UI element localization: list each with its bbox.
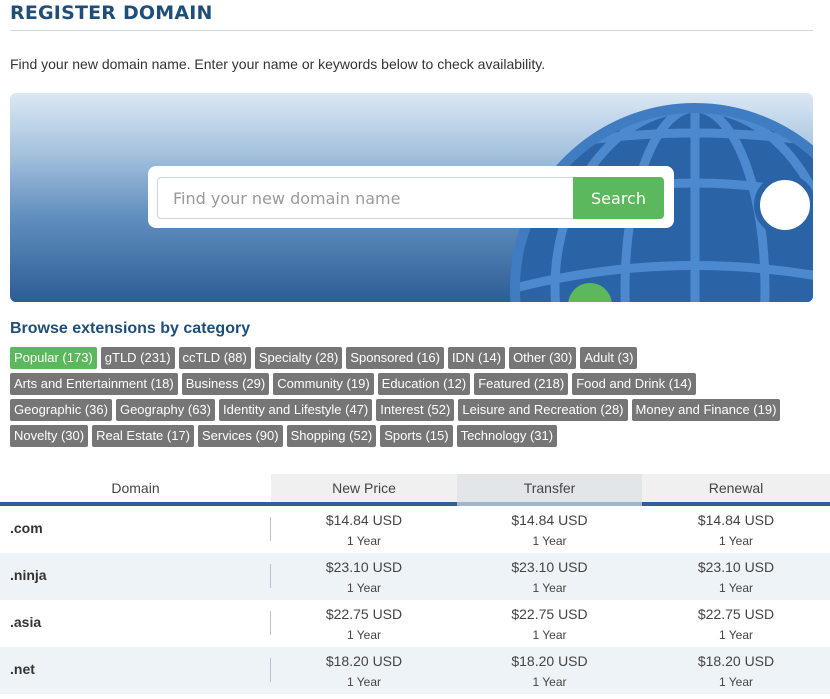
column-header-transfer: Transfer	[457, 474, 642, 502]
table-row: .ninja $23.10 USD 1 Year $23.10 USD 1 Year…	[0, 553, 830, 600]
category-chip-row: Arts and Entertainment (18) Business (29)…	[10, 373, 822, 395]
term-label: 1 Year	[718, 534, 754, 548]
new-price-value: $23.10 USD	[325, 559, 403, 575]
category-chip-row: Popular (173) gTLD (231) ccTLD (88) Special…	[10, 347, 822, 369]
table-row: .asia $22.75 USD 1 Year $22.75 USD 1 Year …	[0, 600, 830, 647]
transfer-price-value: $18.20 USD	[511, 653, 588, 669]
category-chip[interactable]: Novelty (30)	[10, 425, 89, 447]
domain-extension: .asia	[10, 614, 42, 630]
new-price-cell: $22.75 USD 1 Year	[271, 606, 457, 643]
renewal-price-value: $18.20 USD	[697, 653, 775, 669]
category-filter-list: Popular (173) gTLD (231) ccTLD (88) Special…	[10, 347, 822, 451]
new-price-cell: $14.84 USD 1 Year	[271, 512, 457, 549]
column-header-renewal: Renewal	[642, 474, 830, 502]
category-chip[interactable]: Money and Finance (19)	[631, 399, 781, 421]
renewal-cell: $22.75 USD 1 Year	[642, 606, 830, 643]
column-header-new-price: New Price	[271, 474, 457, 502]
browse-heading: Browse extensions by category	[10, 320, 251, 337]
title-divider	[10, 30, 813, 31]
table-row: .com $14.84 USD 1 Year $14.84 USD 1 Year $…	[0, 506, 830, 553]
renewal-price-value: $23.10 USD	[697, 559, 775, 575]
category-chip[interactable]: Technology (31)	[456, 425, 558, 447]
domain-extension: .ninja	[10, 567, 47, 583]
transfer-price-value: $22.75 USD	[511, 606, 588, 622]
category-chip[interactable]: Education (12)	[377, 373, 471, 395]
category-chip[interactable]: ccTLD (88)	[178, 347, 251, 369]
new-price-cell: $23.10 USD 1 Year	[271, 559, 457, 596]
category-chip[interactable]: Geography (63)	[115, 399, 216, 421]
category-chip[interactable]: Featured (218)	[474, 373, 569, 395]
category-chip[interactable]: Leisure and Recreation (28)	[458, 399, 628, 421]
category-chip[interactable]: IDN (14)	[447, 347, 506, 369]
category-chip[interactable]: Shopping (52)	[286, 425, 377, 447]
term-label: 1 Year	[718, 675, 754, 689]
new-price-cell: $18.20 USD 1 Year	[271, 653, 457, 690]
transfer-price-value: $23.10 USD	[511, 559, 588, 575]
renewal-cell: $23.10 USD 1 Year	[642, 559, 830, 596]
category-chip[interactable]: Services (90)	[198, 425, 283, 447]
term-label: 1 Year	[532, 581, 567, 595]
transfer-cell: $14.84 USD 1 Year	[457, 512, 642, 549]
domain-extension: .net	[10, 661, 35, 677]
search-button[interactable]: Search	[573, 177, 664, 219]
new-price-value: $14.84 USD	[325, 512, 403, 528]
term-label: 1 Year	[532, 675, 567, 689]
term-label: 1 Year	[532, 534, 567, 548]
category-chip[interactable]: Geographic (36)	[10, 399, 112, 421]
category-chip[interactable]: Popular (173)	[10, 347, 97, 369]
renewal-cell: $18.20 USD 1 Year	[642, 653, 830, 690]
new-price-value: $18.20 USD	[325, 653, 403, 669]
category-chip[interactable]: Interest (52)	[376, 399, 455, 421]
page-title: REGISTER DOMAIN	[10, 2, 213, 24]
category-chip[interactable]: Business (29)	[181, 373, 270, 395]
term-label: 1 Year	[718, 581, 754, 595]
category-chip[interactable]: Community (19)	[273, 373, 374, 395]
table-row: .net $18.20 USD 1 Year $18.20 USD 1 Year $…	[0, 647, 830, 694]
term-label: 1 Year	[346, 628, 382, 642]
category-chip[interactable]: Sports (15)	[380, 425, 453, 447]
category-chip[interactable]: Arts and Entertainment (18)	[10, 373, 178, 395]
category-chip[interactable]: Sponsored (16)	[346, 347, 444, 369]
category-chip[interactable]: Food and Drink (14)	[572, 373, 696, 395]
pricing-table-body: .com $14.84 USD 1 Year $14.84 USD 1 Year $…	[0, 506, 830, 694]
intro-text: Find your new domain name. Enter your na…	[10, 56, 546, 72]
new-price-value: $22.75 USD	[325, 606, 403, 622]
term-label: 1 Year	[346, 581, 382, 595]
domain-extension: .com	[10, 520, 43, 536]
category-chip[interactable]: Identity and Lifestyle (47)	[219, 399, 373, 421]
category-chip[interactable]: Adult (3)	[580, 347, 638, 369]
transfer-cell: $18.20 USD 1 Year	[457, 653, 642, 690]
term-label: 1 Year	[718, 628, 754, 642]
column-header-domain: Domain	[111, 480, 160, 496]
category-chip-row: Geographic (36) Geography (63) Identity an…	[10, 399, 822, 421]
category-chip[interactable]: gTLD (231)	[100, 347, 175, 369]
domain-search-input[interactable]	[157, 177, 573, 219]
category-chip[interactable]: Other (30)	[509, 347, 577, 369]
category-chip-row: Novelty (30) Real Estate (17) Services (90…	[10, 425, 822, 447]
term-label: 1 Year	[532, 628, 567, 642]
category-chip[interactable]: Real Estate (17)	[92, 425, 195, 447]
transfer-cell: $22.75 USD 1 Year	[457, 606, 642, 643]
term-label: 1 Year	[346, 675, 382, 689]
renewal-price-value: $14.84 USD	[697, 512, 775, 528]
transfer-price-value: $14.84 USD	[511, 512, 588, 528]
category-chip[interactable]: Specialty (28)	[254, 347, 343, 369]
term-label: 1 Year	[346, 534, 382, 548]
renewal-price-value: $22.75 USD	[697, 606, 775, 622]
renewal-cell: $14.84 USD 1 Year	[642, 512, 830, 549]
pricing-table-header: Domain New Price Transfer Renewal	[0, 474, 830, 502]
transfer-cell: $23.10 USD 1 Year	[457, 559, 642, 596]
